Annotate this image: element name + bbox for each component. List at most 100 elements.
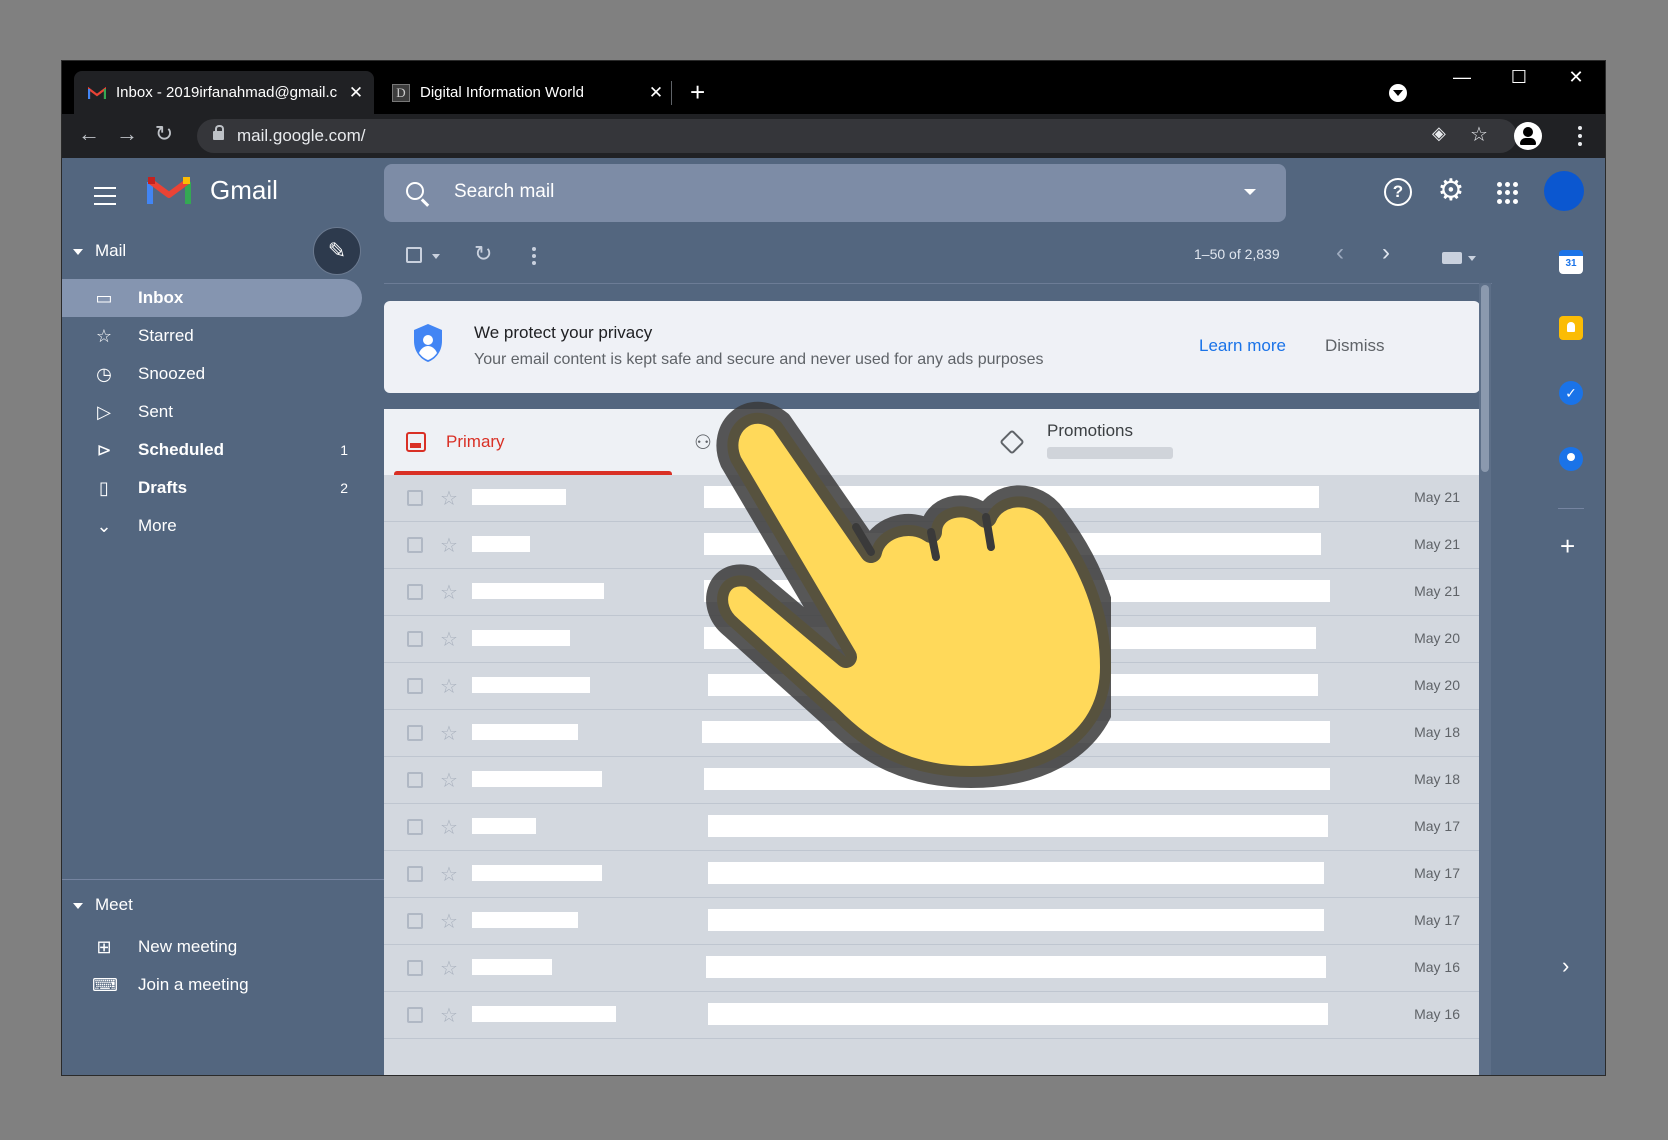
row-checkbox[interactable] (407, 490, 423, 506)
star-icon[interactable]: ☆ (440, 627, 458, 652)
apps-grid-icon[interactable] (1494, 179, 1522, 207)
scrollbar[interactable] (1479, 283, 1491, 1075)
address-bar[interactable]: mail.google.com/ (197, 119, 1517, 153)
star-icon: ☆ (95, 325, 113, 346)
row-checkbox[interactable] (407, 1007, 423, 1023)
sidebar-item-drafts[interactable]: ▯ Drafts 2 (62, 469, 362, 507)
star-icon[interactable]: ☆ (440, 533, 458, 558)
contacts-icon[interactable] (1559, 447, 1583, 471)
older-chevron-icon[interactable]: › (1382, 239, 1390, 267)
select-caret-icon[interactable] (432, 254, 440, 259)
row-checkbox[interactable] (407, 960, 423, 976)
profile-icon[interactable] (1514, 122, 1542, 150)
sidebar-item-scheduled[interactable]: ⊳ Scheduled 1 (62, 431, 362, 469)
table-row[interactable]: ☆ May 20 (384, 616, 1480, 663)
tab-gmail-inbox[interactable]: Inbox - 2019irfanahmad@gmail.c ✕ (74, 71, 374, 114)
table-row[interactable]: ☆ May 21 (384, 569, 1480, 616)
table-row[interactable]: ☆ May 16 (384, 945, 1480, 992)
star-icon[interactable]: ☆ (440, 768, 458, 793)
tab-social[interactable]: ⚇ (694, 409, 754, 475)
sender-redacted (472, 818, 536, 834)
calendar-icon[interactable]: 31 (1559, 250, 1583, 274)
row-checkbox[interactable] (407, 772, 423, 788)
table-row[interactable]: ☆ May 20 (384, 663, 1480, 710)
star-icon[interactable]: ☆ (440, 1003, 458, 1028)
table-row[interactable]: ☆ May 17 (384, 804, 1480, 851)
gear-icon[interactable]: ⚙ (1437, 176, 1465, 206)
row-checkbox[interactable] (407, 584, 423, 600)
refresh-icon[interactable]: ↻ (474, 241, 492, 267)
expand-panel-icon[interactable]: › (1562, 953, 1569, 979)
browser-menu-icon[interactable] (1578, 126, 1582, 146)
sidebar-item-snoozed[interactable]: ◷ Snoozed (62, 355, 362, 393)
meet-section-header[interactable]: Meet (73, 895, 133, 915)
close-tab-icon[interactable]: ✕ (644, 83, 668, 103)
back-arrow-icon[interactable]: ← (74, 121, 104, 147)
table-row[interactable]: ☆ May 21 (384, 475, 1480, 522)
sidebar-item-starred[interactable]: ☆ Starred (62, 317, 362, 355)
maximize-button[interactable]: ☐ (1499, 67, 1539, 88)
keep-icon[interactable] (1559, 316, 1583, 340)
sidebar-item-join-meeting[interactable]: ⌨ Join a meeting (62, 966, 362, 1004)
tab-primary[interactable]: Primary (384, 409, 672, 475)
compose-button[interactable]: ✎ (313, 227, 361, 275)
star-icon[interactable]: ☆ (440, 721, 458, 746)
forward-arrow-icon[interactable]: → (112, 121, 142, 147)
table-row[interactable]: ☆ May 21 (384, 522, 1480, 569)
privacy-description: Your email content is kept safe and secu… (474, 351, 1044, 368)
learn-more-link[interactable]: Learn more (1199, 336, 1286, 356)
sidebar-item-sent[interactable]: ▷ Sent (62, 393, 362, 431)
row-checkbox[interactable] (407, 678, 423, 694)
tab-digital-information-world[interactable]: D Digital Information World ✕ (378, 71, 674, 114)
row-checkbox[interactable] (407, 537, 423, 553)
scrollbar-thumb[interactable] (1481, 285, 1489, 472)
input-tools-icon[interactable] (1442, 252, 1462, 264)
tasks-icon[interactable]: ✓ (1559, 381, 1583, 405)
table-row[interactable]: ☆ May 18 (384, 757, 1480, 804)
row-checkbox[interactable] (407, 819, 423, 835)
select-all-checkbox[interactable] (406, 247, 422, 263)
table-row[interactable]: ☆ May 17 (384, 851, 1480, 898)
row-checkbox[interactable] (407, 866, 423, 882)
subject-redacted (704, 768, 1330, 790)
star-icon[interactable]: ☆ (440, 674, 458, 699)
row-checkbox[interactable] (407, 913, 423, 929)
star-icon[interactable]: ☆ (440, 862, 458, 887)
row-checkbox[interactable] (407, 631, 423, 647)
star-icon[interactable]: ☆ (440, 580, 458, 605)
search-icon[interactable] (406, 182, 424, 200)
star-icon[interactable]: ☆ (440, 815, 458, 840)
tab-promotions[interactable]: Promotions (989, 409, 1289, 475)
sidebar-item-new-meeting[interactable]: ⊞ New meeting (62, 928, 362, 966)
sidebar-item-inbox[interactable]: ▭ Inbox (62, 279, 362, 317)
pencil-icon: ✎ (327, 238, 347, 263)
new-tab-button[interactable]: + (690, 77, 705, 107)
main-menu-icon[interactable] (94, 187, 116, 211)
media-control-icon[interactable] (1389, 84, 1407, 102)
search-options-icon[interactable] (1244, 189, 1256, 195)
reload-icon[interactable]: ↻ (149, 121, 179, 147)
email-date: May 20 (1414, 630, 1460, 646)
extension-icon[interactable]: ◈ (1432, 123, 1446, 144)
input-tools-caret-icon[interactable] (1468, 256, 1476, 261)
star-icon[interactable]: ☆ (440, 909, 458, 934)
sidebar-item-more[interactable]: ⌄ More (62, 507, 362, 545)
row-checkbox[interactable] (407, 725, 423, 741)
bookmark-star-icon[interactable]: ☆ (1470, 122, 1488, 147)
dismiss-button[interactable]: Dismiss (1325, 336, 1385, 356)
help-icon[interactable]: ? (1384, 178, 1412, 206)
mail-section-header[interactable]: Mail (73, 241, 126, 261)
search-input[interactable]: Search mail (454, 181, 554, 203)
star-icon[interactable]: ☆ (440, 956, 458, 981)
close-window-button[interactable]: ✕ (1556, 67, 1596, 88)
add-addon-icon[interactable]: + (1560, 531, 1575, 562)
minimize-button[interactable]: — (1442, 67, 1482, 88)
close-tab-icon[interactable]: ✕ (344, 83, 368, 103)
more-actions-icon[interactable] (532, 247, 536, 268)
star-icon[interactable]: ☆ (440, 486, 458, 511)
table-row[interactable]: ☆ May 18 (384, 710, 1480, 757)
table-row[interactable]: ☆ May 17 (384, 898, 1480, 945)
table-row[interactable]: ☆ May 16 (384, 992, 1480, 1039)
search-bar[interactable]: Search mail (384, 164, 1286, 222)
newer-chevron-icon[interactable]: ‹ (1336, 239, 1344, 267)
